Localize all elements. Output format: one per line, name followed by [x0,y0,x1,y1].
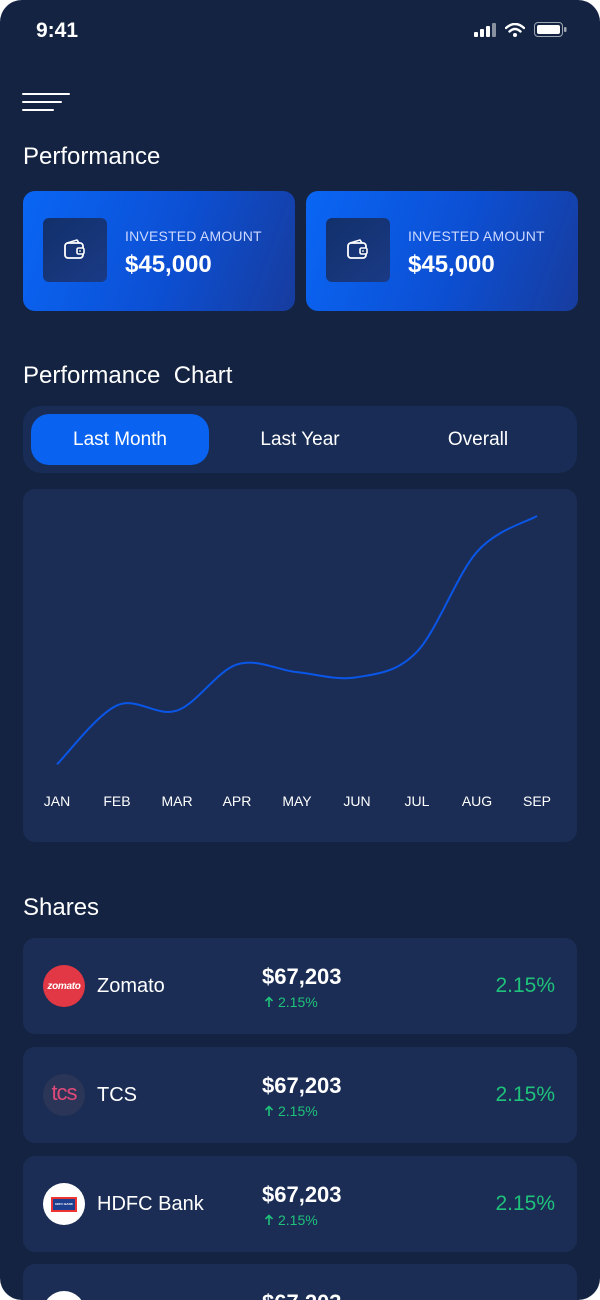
stat-label: INVESTED AMOUNT [125,228,262,244]
app-screen: 9:41 Performance INVESTED AMOUNT $45,000… [0,0,600,1300]
x-tick-label: JAN [44,793,70,809]
status-bar: 9:41 [0,0,600,62]
x-tick-label: MAR [161,793,192,809]
share-logo [43,1291,85,1300]
share-price: $67,203 [262,1073,342,1098]
share-name: HDFC Bank [97,1193,204,1215]
share-item-zomato[interactable]: zomato Zomato $67,203 2.15% 2.15% [23,938,577,1034]
chart-series-line [56,515,538,766]
logo-text: HDFC BANK [55,1202,73,1206]
menu-button[interactable] [22,93,70,119]
battery-icon [534,22,567,37]
chart-section-title: Performance Chart [23,362,233,389]
wallet-icon [347,239,368,259]
stat-value: $45,000 [408,251,495,278]
performance-chart: JAN FEB MAR APR MAY JUN JUL AUG SEP [23,489,577,842]
period-tabs: Last Month Last Year Overall [23,406,577,473]
x-tick-label: JUN [343,793,370,809]
logo-text: zomato [47,980,81,992]
wifi-icon [505,22,525,37]
status-icons [474,22,567,37]
tcs-logo: tcs [43,1074,85,1116]
signal-icon [474,22,496,37]
stat-value: $45,000 [125,251,212,278]
share-item-tcs[interactable]: tcs TCS $67,203 2.15% 2.15% [23,1047,577,1143]
invested-amount-card[interactable]: INVESTED AMOUNT $45,000 [23,191,295,311]
wallet-icon-box [43,218,107,282]
invested-amount-card[interactable]: INVESTED AMOUNT $45,000 [306,191,578,311]
wallet-icon-box [326,218,390,282]
x-tick-label: APR [223,793,252,809]
menu-line [22,101,62,103]
stat-label: INVESTED AMOUNT [408,228,545,244]
shares-section-title: Shares [23,894,100,921]
wallet-icon [64,239,85,259]
share-item-hdfc-bank[interactable]: HDFC BANK HDFC Bank $67,203 2.15% 2.15% [23,1156,577,1252]
share-price: $67,203 [262,964,342,989]
share-name: TCS [97,1084,137,1106]
x-tick-label: AUG [462,793,492,809]
x-tick-label: FEB [103,793,130,809]
logo-text: tcs [51,1080,77,1105]
share-item-partial[interactable]: $67,203 [23,1264,577,1300]
share-change: 2.15% [264,994,318,1010]
arrow-up-icon [264,1105,274,1116]
tab-last-month[interactable]: Last Month [31,414,209,465]
x-tick-label: SEP [523,793,551,809]
page-title: Performance [23,143,161,170]
hdfc-bank-logo: HDFC BANK [43,1183,85,1225]
share-name: Zomato [97,975,165,997]
arrow-up-icon [264,996,274,1007]
share-percent: 2.15% [495,1192,555,1215]
x-tick-label: JUL [405,793,430,809]
share-change: 2.15% [264,1212,318,1228]
share-percent: 2.15% [495,1083,555,1106]
tab-last-year[interactable]: Last Year [211,414,389,465]
hdfc-logo-mark: HDFC BANK [51,1196,77,1212]
share-percent: 2.15% [495,974,555,997]
share-change: 2.15% [264,1103,318,1119]
arrow-up-icon [264,1214,274,1225]
share-change-value: 2.15% [278,994,318,1010]
share-price: $67,203 [262,1182,342,1207]
status-time: 9:41 [36,19,79,42]
tab-overall[interactable]: Overall [389,414,567,465]
share-change-value: 2.15% [278,1212,318,1228]
x-tick-label: MAY [282,793,312,809]
share-price: $67,203 [262,1290,342,1300]
zomato-logo: zomato [43,965,85,1007]
share-change-value: 2.15% [278,1103,318,1119]
menu-line [22,109,54,111]
chart-svg: JAN FEB MAR APR MAY JUN JUL AUG SEP [44,515,551,809]
menu-line [22,93,70,95]
